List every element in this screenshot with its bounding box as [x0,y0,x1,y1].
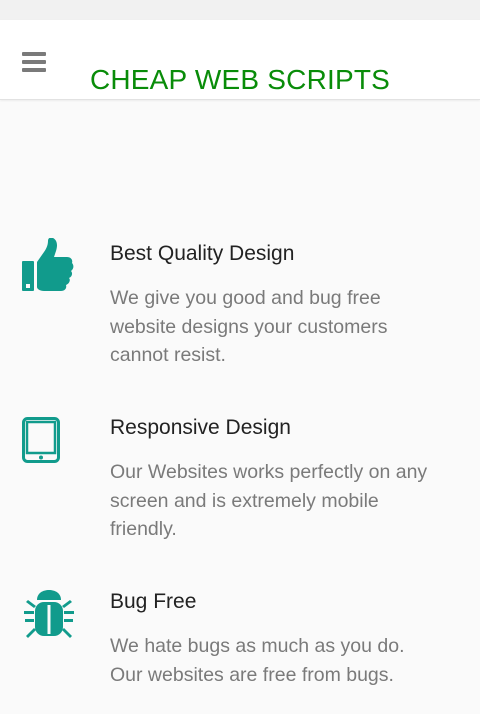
bug-icon [22,588,76,647]
feature-title: Responsive Design [110,416,291,439]
site-title[interactable]: CHEAP WEB SCRIPTS [0,64,480,96]
top-navigation-bar: CHEAP WEB SCRIPTS [0,20,480,100]
thumbs-up-icon [22,237,74,299]
feature-title: Bug Free [110,590,197,613]
feature-description: We give you good and bug free website de… [110,287,388,366]
status-bar [0,0,480,20]
feature-title: Best Quality Design [110,242,295,265]
feature-description: We hate bugs as much as you do. Our webs… [110,635,405,686]
feature-description: Our Websites works perfectly on any scre… [110,461,428,540]
tablet-icon [22,417,60,468]
